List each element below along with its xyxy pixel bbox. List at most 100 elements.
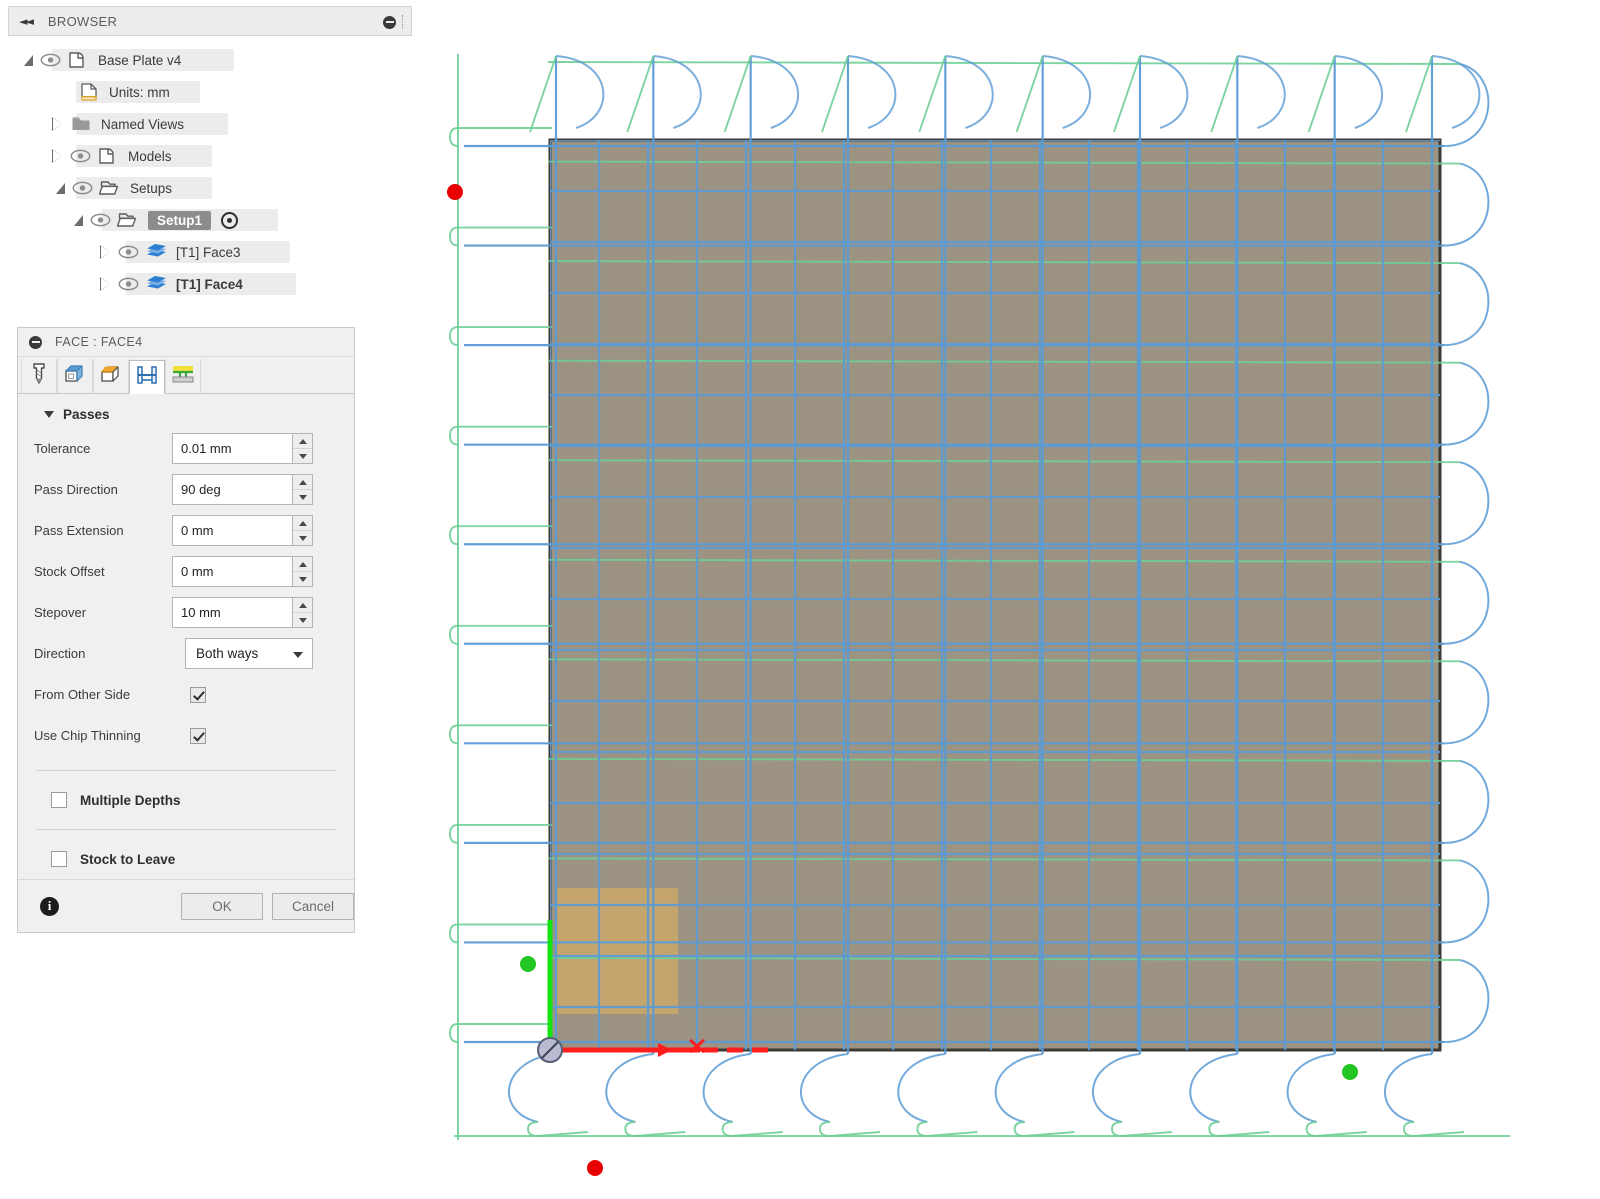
panel-grip[interactable] [402, 15, 405, 29]
tree-item-units[interactable]: Units: mm [0, 76, 418, 108]
stepover-stepper[interactable] [292, 597, 313, 628]
visibility-eye-icon[interactable] [118, 245, 139, 259]
tree-item-setup1[interactable]: Setup1 [0, 204, 418, 236]
lead-out-arc [1443, 262, 1490, 347]
pass-direction-label: Pass Direction [34, 482, 118, 497]
entry-point-marker[interactable] [520, 956, 536, 972]
pass-direction-row: Pass Direction 90 deg [18, 469, 354, 510]
expander-expanded-icon[interactable] [74, 214, 83, 226]
stepper-up-icon[interactable] [293, 598, 312, 613]
browser-panel: ◄◄ BROWSER Base Plate v4 Units: mm Named… [0, 0, 418, 305]
stock-body[interactable] [548, 138, 1442, 1052]
tree-item-setups[interactable]: Setups [0, 172, 418, 204]
divider [36, 829, 336, 830]
geometry-tab[interactable] [57, 359, 93, 393]
multiple-depths-checkbox[interactable] [51, 792, 67, 808]
stepper-down-icon[interactable] [293, 490, 312, 504]
tree-item-base-plate[interactable]: Base Plate v4 [0, 44, 418, 76]
stock-offset-stepper[interactable] [292, 556, 313, 587]
rapid-link-top [723, 55, 752, 133]
tolerance-value[interactable]: 0.01 mm [172, 433, 292, 464]
pass-direction-field[interactable]: 90 deg [172, 474, 313, 505]
stepper-down-icon[interactable] [293, 531, 312, 545]
stepper-down-icon[interactable] [293, 572, 312, 586]
cancel-button[interactable]: Cancel [272, 892, 354, 920]
lead-in-arc-top [1042, 55, 1091, 129]
visibility-eye-icon[interactable] [72, 181, 93, 195]
lead-out-arc [1443, 759, 1490, 844]
folder-icon [70, 114, 94, 134]
retract-point-marker[interactable] [447, 184, 463, 200]
setup-folder-icon [99, 178, 123, 198]
caret-down-icon [44, 411, 54, 418]
pass-extension-stepper[interactable] [292, 515, 313, 546]
lead-out-arc [1443, 959, 1490, 1043]
double-chevron-left-icon[interactable]: ◄◄ [19, 15, 34, 28]
visibility-eye-icon[interactable] [70, 149, 91, 163]
lead-in-arc-top [847, 55, 897, 129]
multiple-depths-group[interactable]: Multiple Depths [18, 780, 354, 820]
heights-tab[interactable] [93, 359, 129, 393]
visibility-eye-icon[interactable] [40, 53, 61, 67]
use-chip-thinning-checkbox[interactable] [190, 727, 206, 744]
passes-section-header[interactable]: Passes [18, 394, 354, 428]
passes-tab[interactable] [129, 360, 165, 394]
stepper-up-icon[interactable] [293, 557, 312, 572]
start-point-marker[interactable] [587, 1160, 603, 1176]
rapid-link-top [626, 55, 655, 133]
pass-extension-value[interactable]: 0 mm [172, 515, 292, 546]
stepper-up-icon[interactable] [293, 475, 312, 490]
minus-circle-icon[interactable] [29, 335, 42, 349]
minus-circle-icon[interactable] [383, 15, 396, 29]
tree-item-named-views[interactable]: Named Views [0, 108, 418, 140]
tree-item-label: Units: mm [109, 84, 170, 100]
tolerance-stepper[interactable] [292, 433, 313, 464]
tolerance-field[interactable]: 0.01 mm [172, 433, 313, 464]
active-setup-target-icon[interactable] [221, 211, 239, 229]
from-other-side-row: From Other Side [18, 674, 354, 715]
lead-out-arc [1443, 560, 1490, 645]
tool-tab[interactable] [21, 359, 57, 393]
ok-button[interactable]: OK [181, 892, 263, 920]
tree-item-models[interactable]: Models [0, 140, 418, 172]
stock-offset-value[interactable]: 0 mm [172, 556, 292, 587]
stepper-down-icon[interactable] [293, 449, 312, 463]
stepover-field[interactable]: 10 mm [172, 597, 313, 628]
cam-toolpath-viewport[interactable] [420, 0, 1600, 1199]
tree-item-face3[interactable]: [T1] Face3 [0, 236, 418, 268]
pass-extension-field[interactable]: 0 mm [172, 515, 313, 546]
stepper-up-icon[interactable] [293, 516, 312, 531]
info-icon[interactable]: i [40, 896, 59, 916]
divider [36, 770, 336, 771]
tree-item-label: [T1] Face4 [176, 276, 243, 292]
selected-face-highlight[interactable] [555, 888, 678, 1014]
pass-direction-stepper[interactable] [292, 474, 313, 505]
rapid-link-top [821, 55, 849, 133]
expander-expanded-icon[interactable] [56, 182, 65, 194]
pass-direction-value[interactable]: 90 deg [172, 474, 292, 505]
stepper-up-icon[interactable] [293, 434, 312, 449]
expander-expanded-icon[interactable] [24, 54, 33, 66]
expander-collapsed-icon[interactable] [52, 148, 63, 163]
stock-to-leave-checkbox[interactable] [51, 851, 67, 867]
lead-out-arc-bottom [508, 1053, 557, 1123]
visibility-eye-icon[interactable] [118, 277, 139, 291]
stepper-down-icon[interactable] [293, 613, 312, 627]
stock-to-leave-label: Stock to Leave [80, 851, 176, 867]
expander-collapsed-icon[interactable] [100, 244, 111, 259]
pass-extension-label: Pass Extension [34, 523, 124, 538]
stepover-value[interactable]: 10 mm [172, 597, 292, 628]
stock-to-leave-group[interactable]: Stock to Leave [18, 839, 354, 879]
direction-select[interactable]: Both ways [185, 638, 313, 669]
exit-point-marker[interactable] [1342, 1064, 1358, 1080]
visibility-eye-icon[interactable] [90, 213, 111, 227]
expander-collapsed-icon[interactable] [52, 116, 63, 131]
linking-tab[interactable] [165, 359, 201, 393]
tolerance-label: Tolerance [34, 441, 91, 456]
rapid-hook-bottom [1403, 1121, 1465, 1137]
tree-item-face4[interactable]: [T1] Face4 [0, 268, 418, 300]
direction-row: Direction Both ways [18, 633, 354, 674]
from-other-side-checkbox[interactable] [190, 686, 206, 703]
stock-offset-field[interactable]: 0 mm [172, 556, 313, 587]
expander-collapsed-icon[interactable] [100, 276, 111, 291]
